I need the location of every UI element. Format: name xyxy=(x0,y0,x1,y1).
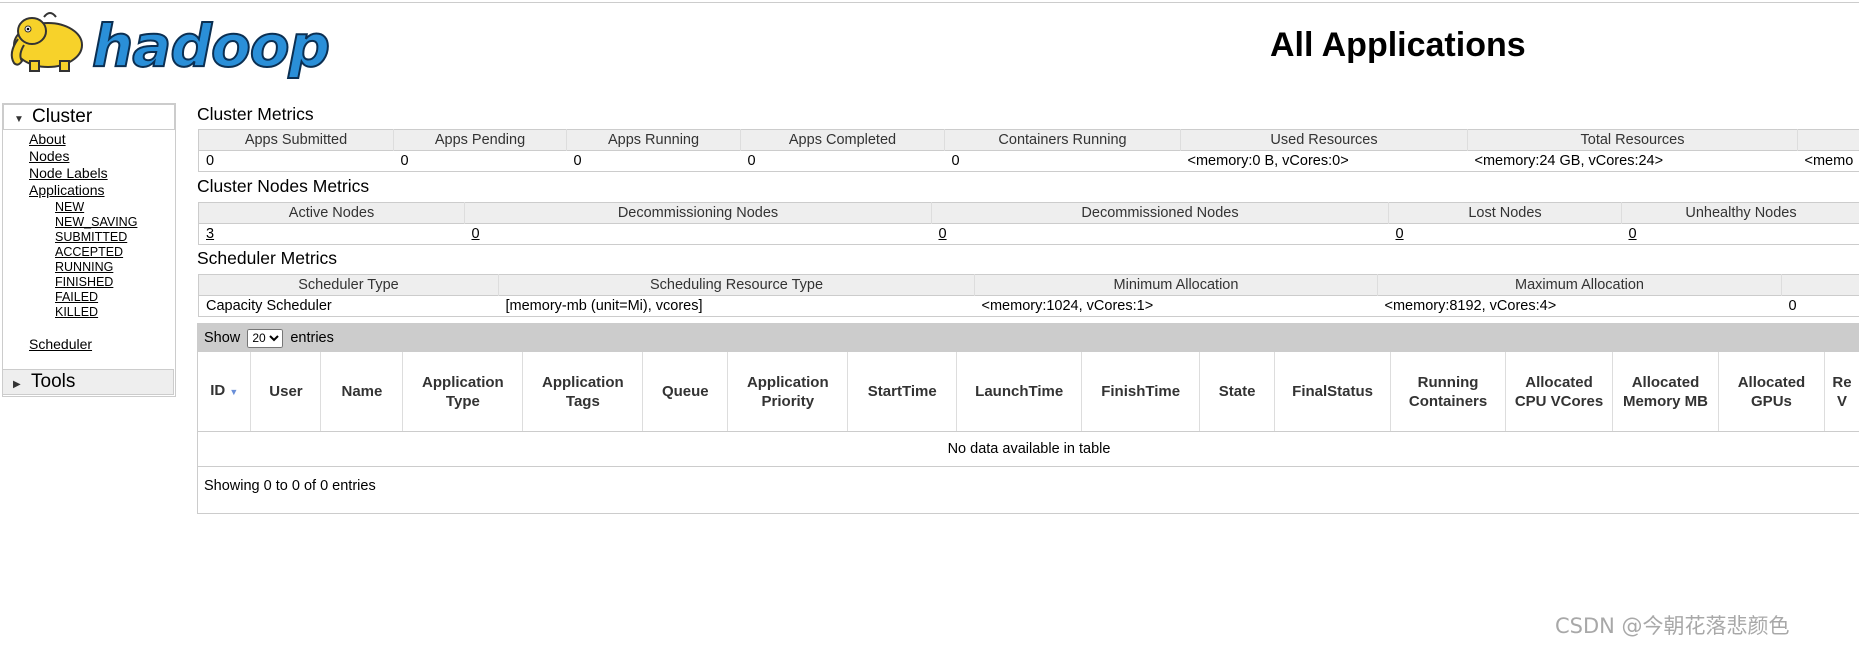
link-decommissioning-nodes[interactable]: 0 xyxy=(472,226,480,242)
column-queue[interactable]: Queue xyxy=(642,352,729,432)
cluster-header[interactable]: ▼ Cluster xyxy=(3,104,175,130)
header-truncated xyxy=(1797,129,1859,151)
value-containers-running: 0 xyxy=(944,150,1181,172)
header-lost-nodes: Lost Nodes xyxy=(1388,202,1622,224)
link-unhealthy-nodes[interactable]: 0 xyxy=(1629,226,1637,242)
column-name[interactable]: Name xyxy=(320,352,404,432)
header-apps-running: Apps Running xyxy=(566,129,741,151)
link-nodes[interactable]: Nodes xyxy=(29,148,108,165)
column-running-containers[interactable]: Running Containers xyxy=(1390,352,1507,432)
header-scheduler-type: Scheduler Type xyxy=(198,274,499,296)
link-applications[interactable]: Applications xyxy=(29,182,108,199)
app-state-links: NEW NEW_SAVING SUBMITTED ACCEPTED RUNNIN… xyxy=(55,200,137,320)
triangle-down-icon: ▼ xyxy=(14,114,24,125)
link-state-new[interactable]: NEW xyxy=(55,200,137,215)
header-used-resources: Used Resources xyxy=(1180,129,1468,151)
link-state-killed[interactable]: KILLED xyxy=(55,305,137,320)
entries-label: entries xyxy=(290,330,334,346)
scheduler-metrics-title: Scheduler Metrics xyxy=(197,248,338,268)
column-final-status[interactable]: FinalStatus xyxy=(1274,352,1392,432)
elephant-icon xyxy=(10,12,83,72)
value-total-resources: <memory:24 GB, vCores:24> xyxy=(1467,150,1798,172)
node-metrics-title: Cluster Nodes Metrics xyxy=(197,176,370,196)
value-scheduler-truncated: 0 xyxy=(1781,295,1859,317)
header-apps-submitted: Apps Submitted xyxy=(198,129,394,151)
column-allocated-gpus[interactable]: Allocated GPUs xyxy=(1718,352,1825,432)
applications-table: ID ▼ User Name Application Type Applicat… xyxy=(198,352,1859,432)
value-minimum-allocation: <memory:1024, vCores:1> xyxy=(974,295,1378,317)
value-apps-completed: 0 xyxy=(740,150,945,172)
column-truncated[interactable]: Re V xyxy=(1824,352,1859,432)
link-decommissioned-nodes[interactable]: 0 xyxy=(939,226,947,242)
link-state-finished[interactable]: FINISHED xyxy=(55,275,137,290)
header-scheduling-resource-type: Scheduling Resource Type xyxy=(498,274,975,296)
value-scheduling-resource-type: [memory-mb (unit=Mi), vcores] xyxy=(498,295,975,317)
header-maximum-allocation: Maximum Allocation xyxy=(1377,274,1782,296)
link-state-new-saving[interactable]: NEW_SAVING xyxy=(55,215,137,230)
column-finish-time[interactable]: FinishTime xyxy=(1081,352,1201,432)
show-label: Show xyxy=(204,330,241,346)
cluster-links: About Nodes Node Labels Applications xyxy=(29,131,108,199)
watermark: CSDN @今朝花落悲颜色 xyxy=(1555,614,1790,638)
value-scheduler-type: Capacity Scheduler xyxy=(198,295,499,317)
header-apps-pending: Apps Pending xyxy=(393,129,567,151)
hadoop-logo[interactable]: hadoop xyxy=(4,9,331,81)
sort-asc-icon: ▼ xyxy=(229,387,239,397)
applications-panel: Show 20 entries ID ▼ User Name Applicati… xyxy=(197,323,1859,514)
triangle-right-icon: ▶ xyxy=(13,379,21,390)
hadoop-wordmark: hadoop xyxy=(91,11,331,81)
header-total-resources: Total Resources xyxy=(1467,129,1798,151)
header-scheduler-truncated xyxy=(1781,274,1859,296)
apps-toolbar: Show 20 entries xyxy=(198,324,1859,352)
cluster-metrics-table: Apps Submitted Apps Pending Apps Running… xyxy=(198,129,1859,172)
link-state-accepted[interactable]: ACCEPTED xyxy=(55,245,137,260)
header-unhealthy-nodes: Unhealthy Nodes xyxy=(1621,202,1859,224)
column-application-type[interactable]: Application Type xyxy=(402,352,524,432)
page-size-select[interactable]: 20 xyxy=(247,328,284,348)
link-lost-nodes[interactable]: 0 xyxy=(1396,226,1404,242)
node-metrics-table: Active Nodes Decommissioning Nodes Decom… xyxy=(198,202,1859,245)
sidebar-tools-panel: ▶ Tools xyxy=(2,369,174,395)
header-containers-running: Containers Running xyxy=(944,129,1181,151)
value-maximum-allocation: <memory:8192, vCores:4> xyxy=(1377,295,1782,317)
link-scheduler[interactable]: Scheduler xyxy=(29,336,92,353)
header-minimum-allocation: Minimum Allocation xyxy=(974,274,1378,296)
column-allocated-cpu-vcores[interactable]: Allocated CPU VCores xyxy=(1505,352,1613,432)
link-state-running[interactable]: RUNNING xyxy=(55,260,137,275)
column-id[interactable]: ID ▼ xyxy=(198,352,252,432)
value-apps-pending: 0 xyxy=(393,150,567,172)
header-decommissioning-nodes: Decommissioning Nodes xyxy=(464,202,932,224)
value-apps-submitted: 0 xyxy=(198,150,394,172)
empty-table-message: No data available in table xyxy=(198,432,1859,467)
link-active-nodes[interactable]: 3 xyxy=(206,226,214,242)
tools-header[interactable]: ▶ Tools xyxy=(2,369,174,395)
column-application-priority[interactable]: Application Priority xyxy=(727,352,849,432)
table-info: Showing 0 to 0 of 0 entries xyxy=(204,478,376,494)
scheduler-metrics-table: Scheduler Type Scheduling Resource Type … xyxy=(198,274,1859,317)
link-state-submitted[interactable]: SUBMITTED xyxy=(55,230,137,245)
cluster-metrics-title: Cluster Metrics xyxy=(197,104,314,124)
link-state-failed[interactable]: FAILED xyxy=(55,290,137,305)
column-state[interactable]: State xyxy=(1199,352,1276,432)
link-about[interactable]: About xyxy=(29,131,108,148)
column-launch-time[interactable]: LaunchTime xyxy=(956,352,1083,432)
tools-label: Tools xyxy=(31,371,76,392)
header-active-nodes: Active Nodes xyxy=(198,202,465,224)
column-user[interactable]: User xyxy=(250,352,322,432)
column-start-time[interactable]: StartTime xyxy=(847,352,958,432)
value-used-resources: <memory:0 B, vCores:0> xyxy=(1180,150,1468,172)
page-title: All Applications xyxy=(1270,26,1526,64)
column-id-label: ID xyxy=(210,382,226,399)
column-application-tags[interactable]: Application Tags xyxy=(522,352,644,432)
header-apps-completed: Apps Completed xyxy=(740,129,945,151)
top-border xyxy=(0,2,1859,3)
cluster-label: Cluster xyxy=(32,106,93,127)
link-node-labels[interactable]: Node Labels xyxy=(29,165,108,182)
header-decommissioned-nodes: Decommissioned Nodes xyxy=(931,202,1389,224)
column-allocated-memory-mb[interactable]: Allocated Memory MB xyxy=(1612,352,1719,432)
value-truncated: <memo xyxy=(1797,150,1859,172)
value-apps-running: 0 xyxy=(566,150,741,172)
scheduler-link-group: Scheduler xyxy=(29,336,92,353)
